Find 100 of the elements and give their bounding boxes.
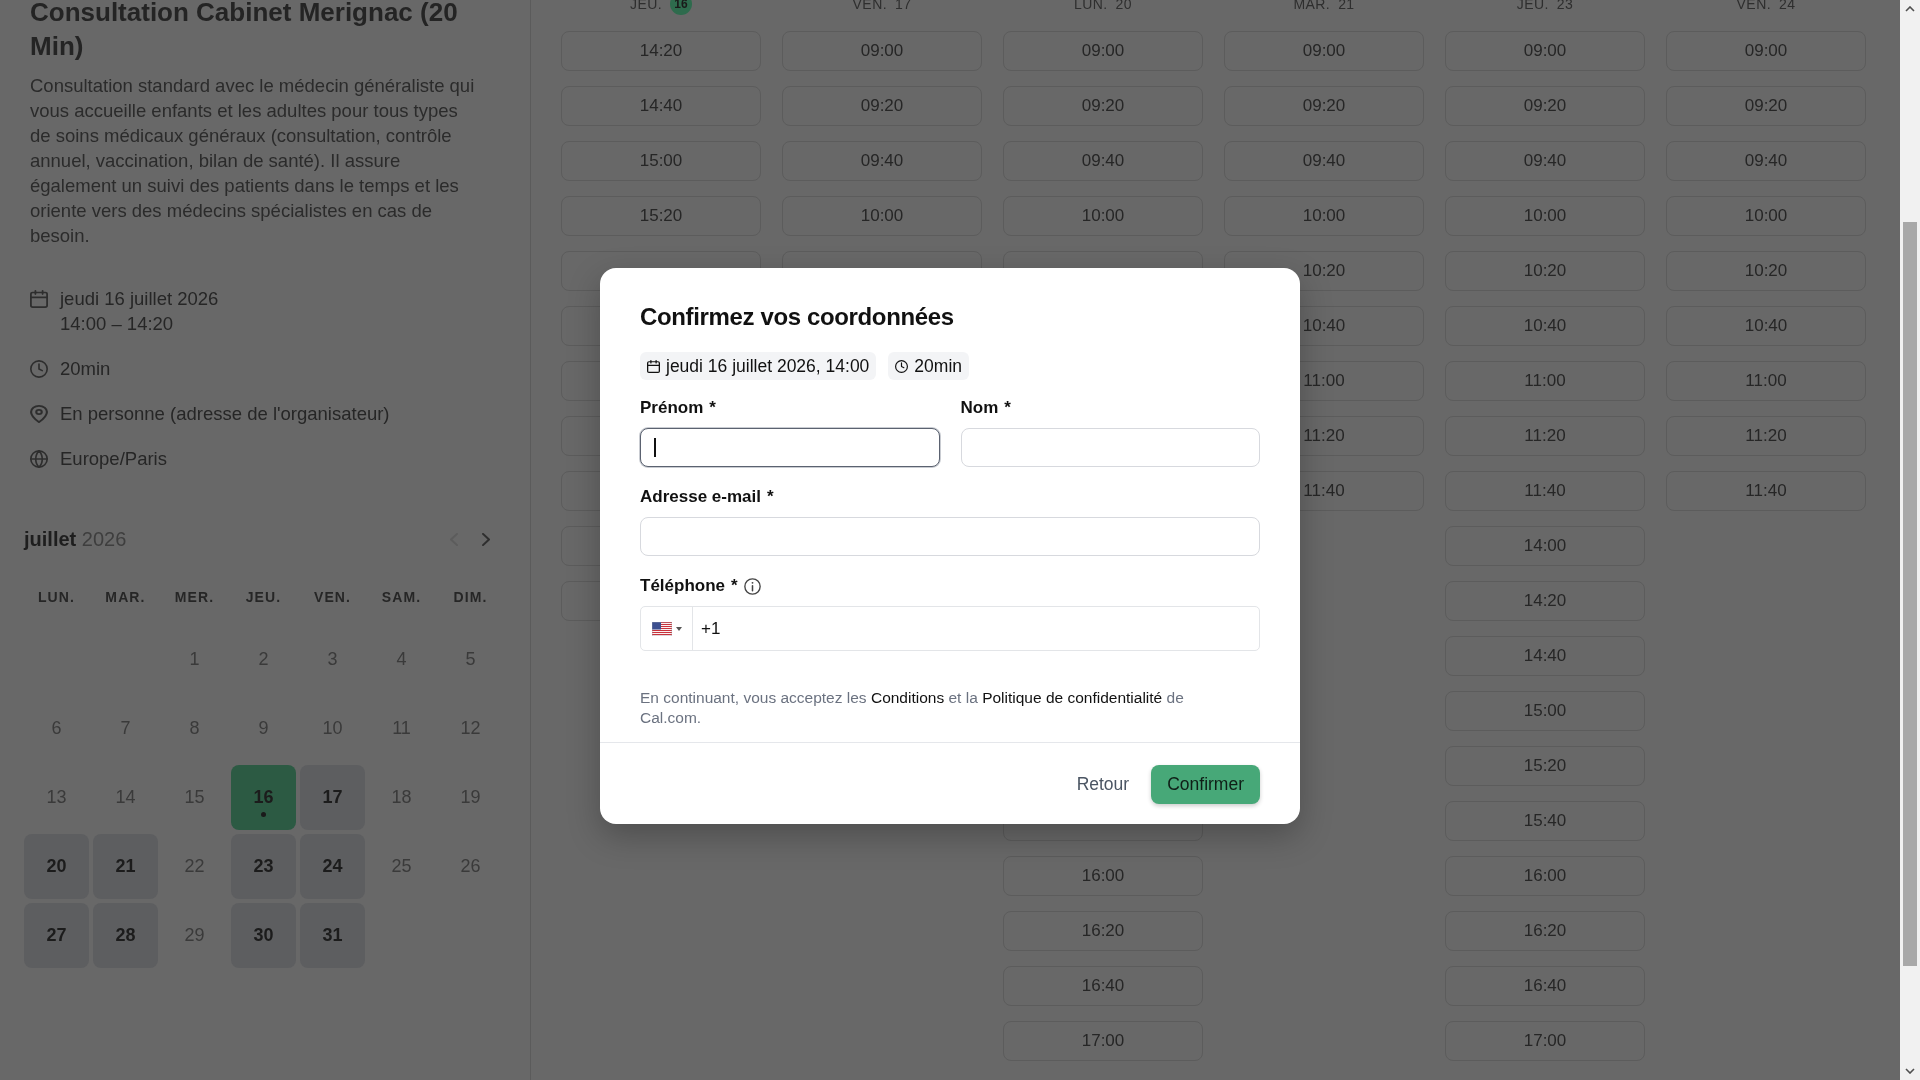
day-button[interactable]: 31 — [300, 903, 365, 968]
time-slot-button[interactable]: 11:20 — [1445, 416, 1645, 456]
field-label: Nom * — [960, 397, 1011, 420]
time-slot-button[interactable]: 16:40 — [1445, 966, 1645, 1006]
time-slot-button[interactable]: 10:00 — [1666, 196, 1866, 236]
field-label: Prénom * — [640, 397, 716, 420]
day-button[interactable]: 20 — [24, 834, 89, 899]
detail-text: 14:00 – 14:20 — [60, 312, 174, 336]
time-slot-button[interactable]: 10:40 — [1666, 306, 1866, 346]
day-button[interactable]: 30 — [231, 903, 296, 968]
time-slot-button[interactable]: 10:00 — [1445, 196, 1645, 236]
phone-input[interactable]: +1 — [701, 616, 1259, 641]
time-slot-button[interactable]: 16:00 — [1003, 856, 1203, 896]
phone-field[interactable]: +1 — [640, 606, 1260, 652]
chip-text: 20min — [914, 355, 963, 379]
confirm-button[interactable]: Confirmer — [1151, 765, 1260, 804]
day-button[interactable]: 28 — [93, 903, 158, 968]
time-slot-button[interactable]: 09:20 — [1224, 86, 1424, 126]
time-slot-button[interactable]: 17:00 — [1003, 1021, 1203, 1061]
time-slot-button[interactable]: 10:40 — [1445, 306, 1645, 346]
calendar-icon — [30, 289, 48, 308]
time-slot-button[interactable]: 16:40 — [1003, 966, 1203, 1006]
day-button[interactable]: 24 — [300, 834, 365, 899]
date-badge: 16 — [670, 0, 692, 15]
time-slot-button[interactable]: 15:00 — [1445, 691, 1645, 731]
time-slot-button[interactable]: 09:20 — [782, 86, 982, 126]
chevron-up-icon[interactable] — [1905, 6, 1915, 12]
time-slot-button[interactable]: 15:40 — [1445, 801, 1645, 841]
flag-icon — [651, 621, 672, 636]
time-slot-button[interactable]: 16:20 — [1445, 911, 1645, 951]
time-slot-button[interactable]: 10:00 — [1003, 196, 1203, 236]
terms-text: En continuant, vous acceptez les Conditions et la Politique de confidentialité de Cal.com. — [640, 688, 1185, 729]
time-slot-button[interactable]: 09:00 — [1445, 31, 1645, 71]
time-slot-button[interactable]: 10:20 — [1445, 251, 1645, 291]
detail-text: En personne (adresse de l'organisateur) — [60, 402, 390, 426]
time-slot-button[interactable]: 09:20 — [1445, 86, 1645, 126]
day-button[interactable]: 27 — [24, 903, 89, 968]
time-slot-button[interactable]: 11:00 — [1445, 361, 1645, 401]
detail-text: 20min — [60, 357, 111, 381]
weekday-label: LUN. — [36, 588, 77, 607]
time-slot-button[interactable]: 09:40 — [782, 141, 982, 181]
weekday-label: JEU. — [244, 588, 283, 607]
time-slot-button[interactable]: 15:00 — [561, 141, 761, 181]
time-slot-button[interactable]: 09:40 — [1445, 141, 1645, 181]
time-slot-button[interactable]: 16:00 — [1445, 856, 1645, 896]
chevron-down-icon[interactable] — [1905, 1068, 1915, 1074]
time-slot-button[interactable]: 16:20 — [1003, 911, 1203, 951]
time-slot-button[interactable]: 09:20 — [1666, 86, 1866, 126]
time-slot-button[interactable]: 14:20 — [561, 31, 761, 71]
day-button[interactable]: 17 — [300, 765, 365, 830]
event-description: Consultation standard avec le médecin généraliste qui vous accueille enfants et les adultes pour tous types de soins médicaux généraux (consultation, contrôle annuel, vaccination, bilan de santé). Il assure également un suivi des patients dans le temps et les oriente vers des médecins spécialistes en cas de besoin. — [30, 74, 476, 248]
time-slot-button[interactable]: 15:20 — [1445, 746, 1645, 786]
chip-text: jeudi 16 juillet 2026, 14:00 — [666, 355, 870, 379]
time-slot-button[interactable]: 14:40 — [561, 86, 761, 126]
input-field[interactable] — [640, 428, 940, 468]
time-slot-button[interactable]: 09:40 — [1224, 141, 1424, 181]
text-cursor-icon — [654, 438, 656, 458]
info-icon[interactable] — [743, 577, 761, 595]
day-button[interactable]: 21 — [93, 834, 158, 899]
field-label: Téléphone * — [640, 575, 738, 598]
weekday-label: SAM. — [380, 588, 423, 607]
scrollbar[interactable] — [1900, 0, 1920, 1080]
time-slot-button[interactable]: 09:40 — [1003, 141, 1203, 181]
time-slot-button[interactable]: 11:40 — [1666, 471, 1866, 511]
event-title: Consultation Cabinet Merignac (20 Min) — [30, 0, 459, 63]
time-slot-button[interactable]: 11:00 — [1666, 361, 1866, 401]
caret-icon — [675, 626, 682, 631]
time-slot-button[interactable]: 10:00 — [1224, 196, 1424, 236]
time-slot-button[interactable]: 09:00 — [1224, 31, 1424, 71]
globe-icon — [30, 449, 48, 468]
time-slot-button[interactable]: 11:40 — [1445, 471, 1645, 511]
time-slot-button[interactable]: 10:20 — [1666, 251, 1866, 291]
calendar-icon — [647, 359, 660, 373]
weekday-label: VEN. — [312, 588, 353, 607]
time-slot-button[interactable]: 10:00 — [782, 196, 982, 236]
time-slot-button[interactable]: 14:20 — [1445, 581, 1645, 621]
day-button[interactable]: 16 — [231, 765, 296, 830]
detail-text: Europe/Paris — [60, 447, 167, 471]
time-slot-button[interactable]: 09:00 — [782, 31, 982, 71]
terms-link[interactable]: Politique de confidentialité — [982, 689, 1163, 707]
chevron-right-icon — [482, 532, 490, 546]
time-slot-button[interactable]: 09:20 — [1003, 86, 1203, 126]
day-button[interactable]: 23 — [231, 834, 296, 899]
time-slot-button[interactable]: 17:00 — [1445, 1021, 1645, 1061]
clock-icon — [30, 359, 48, 378]
scrollbar-thumb[interactable] — [1903, 222, 1917, 966]
time-slot-button[interactable]: 11:20 — [1666, 416, 1866, 456]
detail-text: jeudi 16 juillet 2026 — [60, 287, 219, 311]
weekday-label: DIM. — [452, 588, 489, 607]
time-slot-button[interactable]: 09:40 — [1666, 141, 1866, 181]
back-button[interactable]: Retour — [1070, 764, 1136, 805]
time-slot-button[interactable]: 15:20 — [561, 196, 761, 236]
time-slot-button[interactable]: 09:00 — [1666, 31, 1866, 71]
time-slot-button[interactable]: 09:00 — [1003, 31, 1203, 71]
field-label: Adresse e-mail * — [640, 486, 774, 509]
clock-icon — [895, 359, 909, 373]
dialog-title: Confirmez vos coordonnées — [640, 302, 955, 333]
time-slot-button[interactable]: 14:00 — [1445, 526, 1645, 566]
time-slot-button[interactable]: 14:40 — [1445, 636, 1645, 676]
terms-link[interactable]: Conditions — [870, 689, 945, 707]
